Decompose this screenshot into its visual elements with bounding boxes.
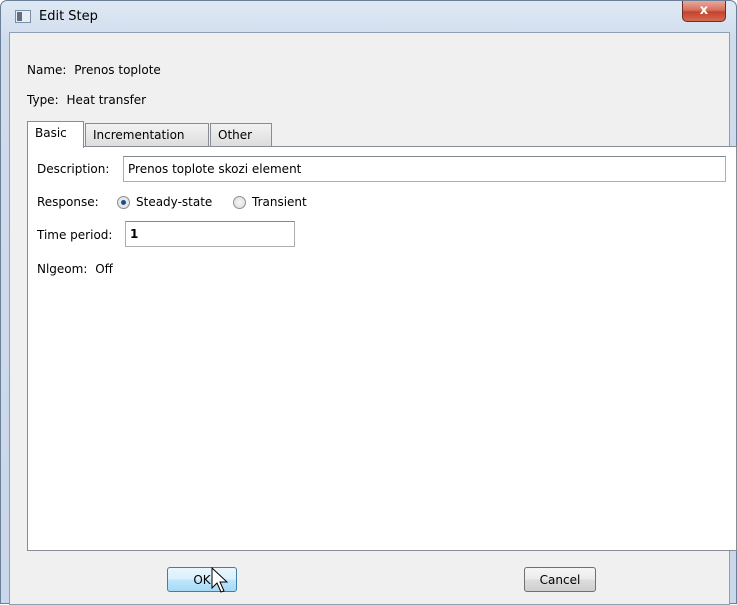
close-button[interactable]: x (682, 1, 726, 22)
close-icon: x (699, 3, 709, 18)
steady-state-label[interactable]: Steady-state (136, 195, 212, 209)
nlgeom-label: Nlgeom: Off (37, 262, 113, 276)
step-type-row: Type: Heat transfer (27, 93, 146, 107)
step-name-row: Name: Prenos toplote (27, 63, 161, 77)
steady-state-radio[interactable] (117, 196, 130, 209)
nlgeom-label-text: Nlgeom: (37, 262, 88, 276)
step-name-value: Prenos toplote (74, 63, 161, 77)
transient-label[interactable]: Transient (252, 195, 307, 209)
tab-other[interactable]: Other (210, 123, 272, 147)
step-name-label: Name: (27, 63, 67, 77)
response-label: Response: (37, 195, 99, 209)
tab-incrementation-label: Incrementation (93, 128, 185, 142)
mouse-cursor-icon (211, 567, 229, 593)
basic-tab-panel (27, 146, 737, 551)
step-type-label: Type: (27, 93, 59, 107)
window-icon (15, 10, 31, 23)
tab-other-label: Other (218, 128, 253, 142)
tab-basic[interactable]: Basic (27, 121, 84, 148)
time-period-label: Time period: (37, 228, 113, 242)
description-input[interactable] (123, 156, 726, 182)
nlgeom-value: Off (95, 262, 113, 276)
title-bar[interactable]: Edit Step x (1, 1, 736, 33)
cancel-button[interactable]: Cancel (524, 567, 596, 592)
window-title: Edit Step (39, 9, 98, 24)
description-label: Description: (37, 162, 110, 176)
tab-basic-label: Basic (35, 126, 67, 140)
edit-step-dialog: Edit Step x Name: Prenos toplote Type: H… (0, 0, 737, 605)
tab-incrementation[interactable]: Incrementation (85, 123, 209, 147)
step-type-value: Heat transfer (66, 93, 147, 107)
time-period-input[interactable] (125, 221, 295, 247)
transient-radio[interactable] (233, 196, 246, 209)
